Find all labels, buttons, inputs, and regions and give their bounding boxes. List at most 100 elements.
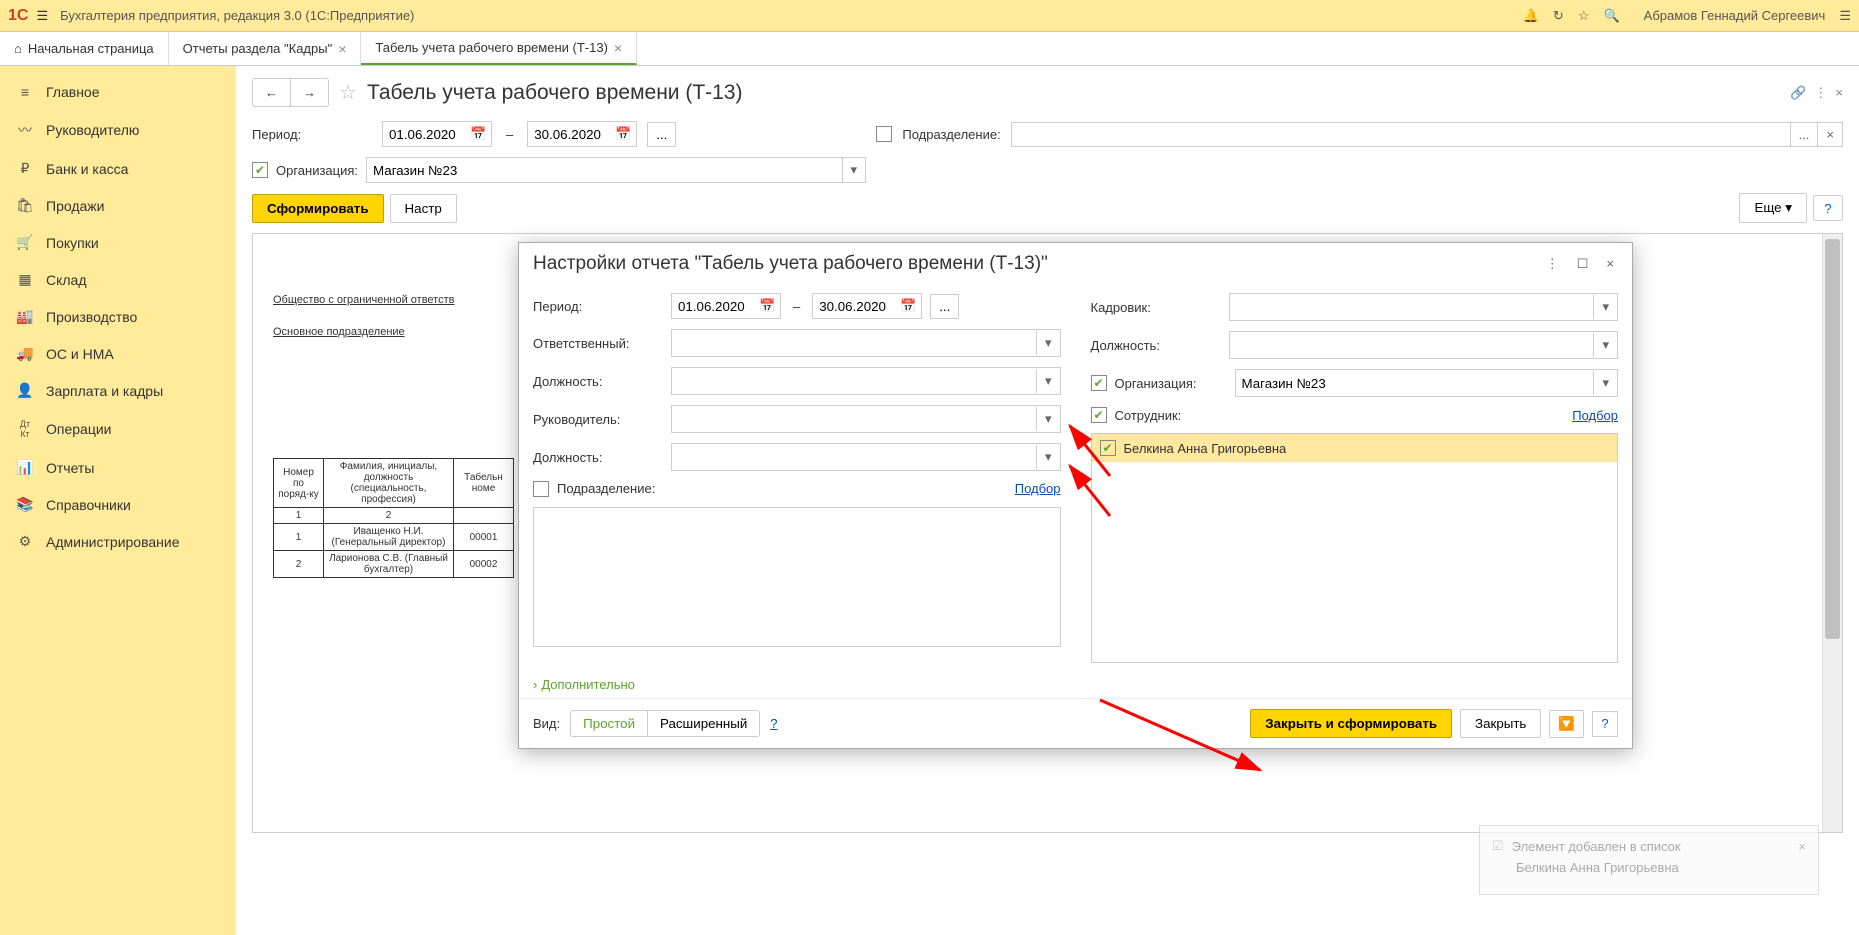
d-date-from[interactable]: 📅 [671,293,781,319]
hr-select[interactable]: ▾ [1229,293,1619,321]
sidebar-item-assets[interactable]: 🚚ОС и НМА [0,335,236,372]
tab-timesheet[interactable]: Табель учета рабочего времени (Т-13) × [361,32,637,65]
chevron-down-icon[interactable]: ▾ [1036,445,1060,469]
manager-select[interactable]: ▾ [671,405,1061,433]
calendar-icon[interactable]: 📅 [615,126,631,142]
select-subdivision-link[interactable]: Подбор [1015,481,1061,496]
chevron-down-icon[interactable]: ▾ [1593,333,1617,357]
chevron-down-icon[interactable]: ▾ [1036,369,1060,393]
tab-reports[interactable]: Отчеты раздела "Кадры" × [169,32,362,65]
view-toggle: Простой Расширенный [570,710,760,737]
sidebar-item-production[interactable]: 🏭Производство [0,298,236,335]
d-org-checkbox[interactable] [1091,375,1107,391]
d-date-to[interactable]: 📅 [812,293,922,319]
sidebar-item-manager[interactable]: 〰Руководителю [0,110,236,150]
view-extended-button[interactable]: Расширенный [648,711,759,736]
chevron-down-icon[interactable]: ▾ [1036,407,1060,431]
vertical-scrollbar[interactable] [1822,234,1842,832]
position-select[interactable]: ▾ [671,367,1061,395]
clear-icon[interactable]: × [1817,123,1842,146]
more-icon[interactable]: ⋮ [1814,85,1827,101]
sidebar-item-references[interactable]: 📚Справочники [0,486,236,523]
titlebar: 1С ☰ Бухгалтерия предприятия, редакция 3… [0,0,1859,32]
link-icon[interactable]: 🔗 [1790,85,1806,101]
responsible-select[interactable]: ▾ [671,329,1061,357]
sidebar-item-reports[interactable]: 📊Отчеты [0,449,236,486]
organization-select[interactable]: ▾ [366,157,866,183]
hr-position-select[interactable]: ▾ [1229,331,1619,359]
help-button[interactable]: ? [1813,195,1843,221]
chevron-down-icon[interactable]: ▾ [842,158,866,182]
star-icon[interactable]: ☆ [1578,8,1590,24]
date-from-input[interactable]: 📅 [382,121,492,147]
close-icon[interactable]: × [1798,839,1806,854]
sidebar-item-operations[interactable]: ДтКтОперации [0,409,236,449]
sidebar-item-bank[interactable]: ₽Банк и касса [0,150,236,187]
scrollbar-thumb[interactable] [1825,239,1840,639]
more-button[interactable]: Еще ▾ [1739,193,1807,223]
sidebar-item-main[interactable]: ≡Главное [0,74,236,110]
sidebar-item-purchases[interactable]: 🛒Покупки [0,224,236,261]
position2-select[interactable]: ▾ [671,443,1061,471]
sidebar-item-admin[interactable]: ⚙Администрирование [0,523,236,560]
organization-checkbox[interactable] [252,162,268,178]
report-table: Номер по поряд-ку Фамилия, инициалы, дол… [273,458,514,578]
period-picker-button[interactable]: ... [930,294,959,319]
hr-position-label: Должность: [1091,338,1221,353]
nav-back-button[interactable]: ← [253,79,291,106]
more-icon[interactable]: ⋮ [1542,254,1563,274]
calendar-icon[interactable]: 📅 [759,298,775,314]
sidebar-item-payroll[interactable]: 👤Зарплата и кадры [0,372,236,409]
subdivision-checkbox[interactable] [876,126,892,142]
favorite-icon[interactable]: ☆ [339,80,357,105]
maximize-icon[interactable]: ☐ [1573,254,1593,274]
subdivision-checkbox[interactable] [533,481,549,497]
sidebar-item-sales[interactable]: 🛍Продажи [0,187,236,224]
history-icon[interactable]: ↻ [1553,8,1564,24]
gear-icon: ⚙ [16,533,34,550]
employee-item-checkbox[interactable] [1100,440,1116,456]
bell-icon[interactable]: 🔔 [1523,8,1539,24]
select-employee-link[interactable]: Подбор [1572,408,1618,423]
username[interactable]: Абрамов Геннадий Сергеевич [1644,8,1826,23]
bars-icon: 📊 [16,459,34,476]
close-icon[interactable]: × [338,41,346,57]
employee-checkbox[interactable] [1091,407,1107,423]
chevron-down-icon[interactable]: ▾ [1593,295,1617,319]
filter-button[interactable]: 🔽 [1549,710,1584,738]
view-simple-button[interactable]: Простой [571,711,648,736]
close-dialog-button[interactable]: Закрыть [1460,709,1541,738]
close-and-generate-button[interactable]: Закрыть и сформировать [1250,709,1452,738]
chevron-down-icon[interactable]: ▾ [1036,331,1060,355]
toast-notification: ☑ Элемент добавлен в список × Белкина Ан… [1479,825,1819,895]
close-icon[interactable]: × [1602,254,1618,274]
calendar-icon[interactable]: 📅 [470,126,486,142]
tab-home[interactable]: ⌂ Начальная страница [0,32,169,65]
date-to-input[interactable]: 📅 [527,121,637,147]
subdivision-select[interactable]: ...× [1011,122,1843,147]
dialog-help-button[interactable]: ? [1592,711,1618,737]
user-menu-icon[interactable]: ☰ [1839,8,1851,24]
period-label: Период: [252,127,372,142]
period-picker-button[interactable]: ... [647,122,676,147]
sidebar-item-warehouse[interactable]: ▦Склад [0,261,236,298]
close-page-icon[interactable]: × [1835,85,1843,100]
settings-button[interactable]: Настр [390,194,457,223]
employee-list-item[interactable]: Белкина Анна Григорьевна [1092,434,1618,462]
search-icon[interactable]: 🔍 [1603,8,1619,24]
subdivision-list[interactable] [533,507,1061,647]
chevron-down-icon[interactable]: ▾ [1593,371,1617,395]
toast-title: Элемент добавлен в список [1512,839,1681,854]
report-dept-line: Основное подразделение [273,326,405,338]
menu-icon[interactable]: ☰ [36,8,48,24]
nav-forward-button[interactable]: → [291,79,328,106]
organization-label: Организация: [276,163,358,178]
generate-button[interactable]: Сформировать [252,194,384,223]
close-icon[interactable]: × [614,40,622,56]
dots-icon[interactable]: ... [1790,123,1818,146]
calendar-icon[interactable]: 📅 [900,298,916,314]
advanced-toggle[interactable]: › Дополнительно [533,677,1618,692]
d-org-select[interactable]: ▾ [1235,369,1619,397]
view-help-link[interactable]: ? [770,716,777,731]
employee-list[interactable]: Белкина Анна Григорьевна [1091,433,1619,663]
